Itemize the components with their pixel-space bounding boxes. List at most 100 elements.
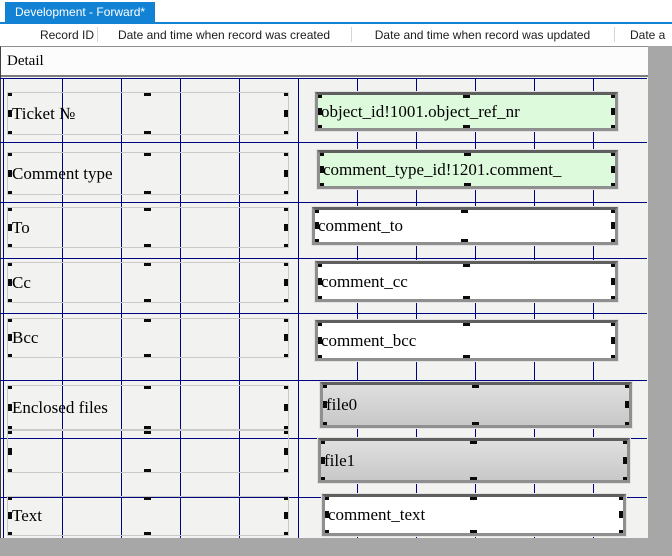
selection-handle[interactable] (284, 244, 289, 248)
field-object-ref-nr[interactable]: object_id!1001.object_ref_nr (315, 92, 618, 131)
selection-handle[interactable] (611, 355, 618, 361)
selection-handle[interactable] (318, 438, 325, 444)
selection-handle[interactable] (611, 239, 618, 245)
selection-handle[interactable] (461, 239, 468, 245)
selection-handle[interactable] (144, 92, 151, 96)
selection-handle[interactable] (144, 244, 151, 248)
column-header-date-created[interactable]: Date and time when record was created (97, 24, 351, 46)
label-ticket-number[interactable]: Ticket № (7, 92, 289, 135)
selection-handle[interactable] (322, 530, 329, 536)
selection-handle[interactable] (7, 170, 12, 177)
selection-handle[interactable] (470, 530, 477, 536)
selection-handle[interactable] (315, 355, 322, 361)
selection-handle[interactable] (7, 299, 12, 303)
selection-handle[interactable] (611, 92, 618, 98)
selection-handle[interactable] (315, 337, 322, 344)
selection-handle[interactable] (623, 438, 630, 444)
selection-handle[interactable] (315, 125, 322, 131)
selection-handle[interactable] (284, 334, 289, 341)
selection-handle[interactable] (7, 92, 12, 96)
selection-handle[interactable] (7, 385, 12, 389)
selection-handle[interactable] (144, 299, 151, 303)
selection-handle[interactable] (144, 191, 151, 195)
selection-handle[interactable] (284, 92, 289, 96)
selection-handle[interactable] (7, 354, 12, 358)
selection-handle[interactable] (7, 430, 12, 434)
selection-handle[interactable] (144, 430, 151, 434)
label-comment-type[interactable]: Comment type (7, 152, 289, 195)
selection-handle[interactable] (611, 222, 618, 229)
selection-handle[interactable] (7, 152, 12, 156)
selection-handle[interactable] (318, 457, 325, 464)
selection-handle[interactable] (7, 448, 12, 455)
selection-handle[interactable] (470, 494, 477, 500)
selection-handle[interactable] (611, 207, 618, 213)
selection-handle[interactable] (284, 299, 289, 303)
label-cc[interactable]: Cc (7, 262, 289, 303)
selection-handle[interactable] (144, 496, 151, 500)
selection-handle[interactable] (284, 385, 289, 389)
selection-handle[interactable] (322, 494, 329, 500)
selection-handle[interactable] (472, 422, 479, 428)
selection-handle[interactable] (315, 261, 322, 267)
selection-handle[interactable] (315, 320, 322, 326)
selection-handle[interactable] (320, 422, 327, 428)
selection-handle[interactable] (611, 183, 618, 189)
selection-handle[interactable] (284, 262, 289, 266)
column-header-record-id[interactable]: Record ID (0, 24, 97, 46)
selection-handle[interactable] (7, 318, 12, 322)
field-file0[interactable]: file0 (320, 382, 632, 428)
field-comment-cc[interactable]: comment_cc (315, 261, 618, 302)
selection-handle[interactable] (7, 224, 12, 231)
tab-development-forward[interactable]: Development - Forward* (5, 2, 155, 22)
selection-handle[interactable] (463, 125, 470, 131)
selection-handle[interactable] (611, 337, 618, 344)
selection-handle[interactable] (611, 320, 618, 326)
selection-handle[interactable] (611, 296, 618, 302)
selection-handle[interactable] (284, 496, 289, 500)
selection-handle[interactable] (7, 469, 12, 473)
selection-handle[interactable] (625, 422, 632, 428)
selection-handle[interactable] (312, 222, 319, 229)
selection-handle[interactable] (312, 207, 319, 213)
selection-handle[interactable] (284, 152, 289, 156)
field-comment-to[interactable]: comment_to (312, 207, 618, 245)
selection-handle[interactable] (315, 108, 322, 115)
selection-handle[interactable] (7, 404, 12, 411)
selection-handle[interactable] (317, 166, 324, 173)
selection-handle[interactable] (144, 262, 151, 266)
selection-handle[interactable] (284, 191, 289, 195)
selection-handle[interactable] (144, 385, 151, 389)
selection-handle[interactable] (318, 477, 325, 483)
selection-handle[interactable] (144, 532, 151, 536)
selection-handle[interactable] (284, 404, 289, 411)
selection-handle[interactable] (144, 131, 151, 135)
selection-handle[interactable] (611, 125, 618, 131)
selection-handle[interactable] (7, 207, 12, 211)
selection-handle[interactable] (7, 279, 12, 286)
label-text-caption[interactable]: Text (7, 496, 289, 536)
selection-handle[interactable] (463, 355, 470, 361)
selection-handle[interactable] (317, 150, 324, 156)
field-comment-type-id[interactable]: comment_type_id!1201.comment_ (317, 150, 618, 189)
selection-handle[interactable] (284, 532, 289, 536)
selection-handle[interactable] (623, 477, 630, 483)
band-detail[interactable]: Detail (1, 47, 648, 77)
selection-handle[interactable] (320, 382, 327, 388)
selection-handle[interactable] (144, 152, 151, 156)
selection-handle[interactable] (284, 469, 289, 473)
selection-handle[interactable] (7, 532, 12, 536)
selection-handle[interactable] (284, 448, 289, 455)
selection-handle[interactable] (144, 318, 151, 322)
field-file1[interactable]: file1 (318, 438, 630, 483)
selection-handle[interactable] (470, 438, 477, 444)
selection-handle[interactable] (463, 296, 470, 302)
selection-handle[interactable] (611, 150, 618, 156)
selection-handle[interactable] (625, 401, 632, 408)
label-bcc[interactable]: Bcc (7, 318, 289, 358)
selection-handle[interactable] (7, 131, 12, 135)
selection-handle[interactable] (619, 511, 626, 518)
selection-handle[interactable] (312, 239, 319, 245)
selection-handle[interactable] (611, 278, 618, 285)
column-header-date-cut[interactable]: Date a (614, 24, 672, 46)
